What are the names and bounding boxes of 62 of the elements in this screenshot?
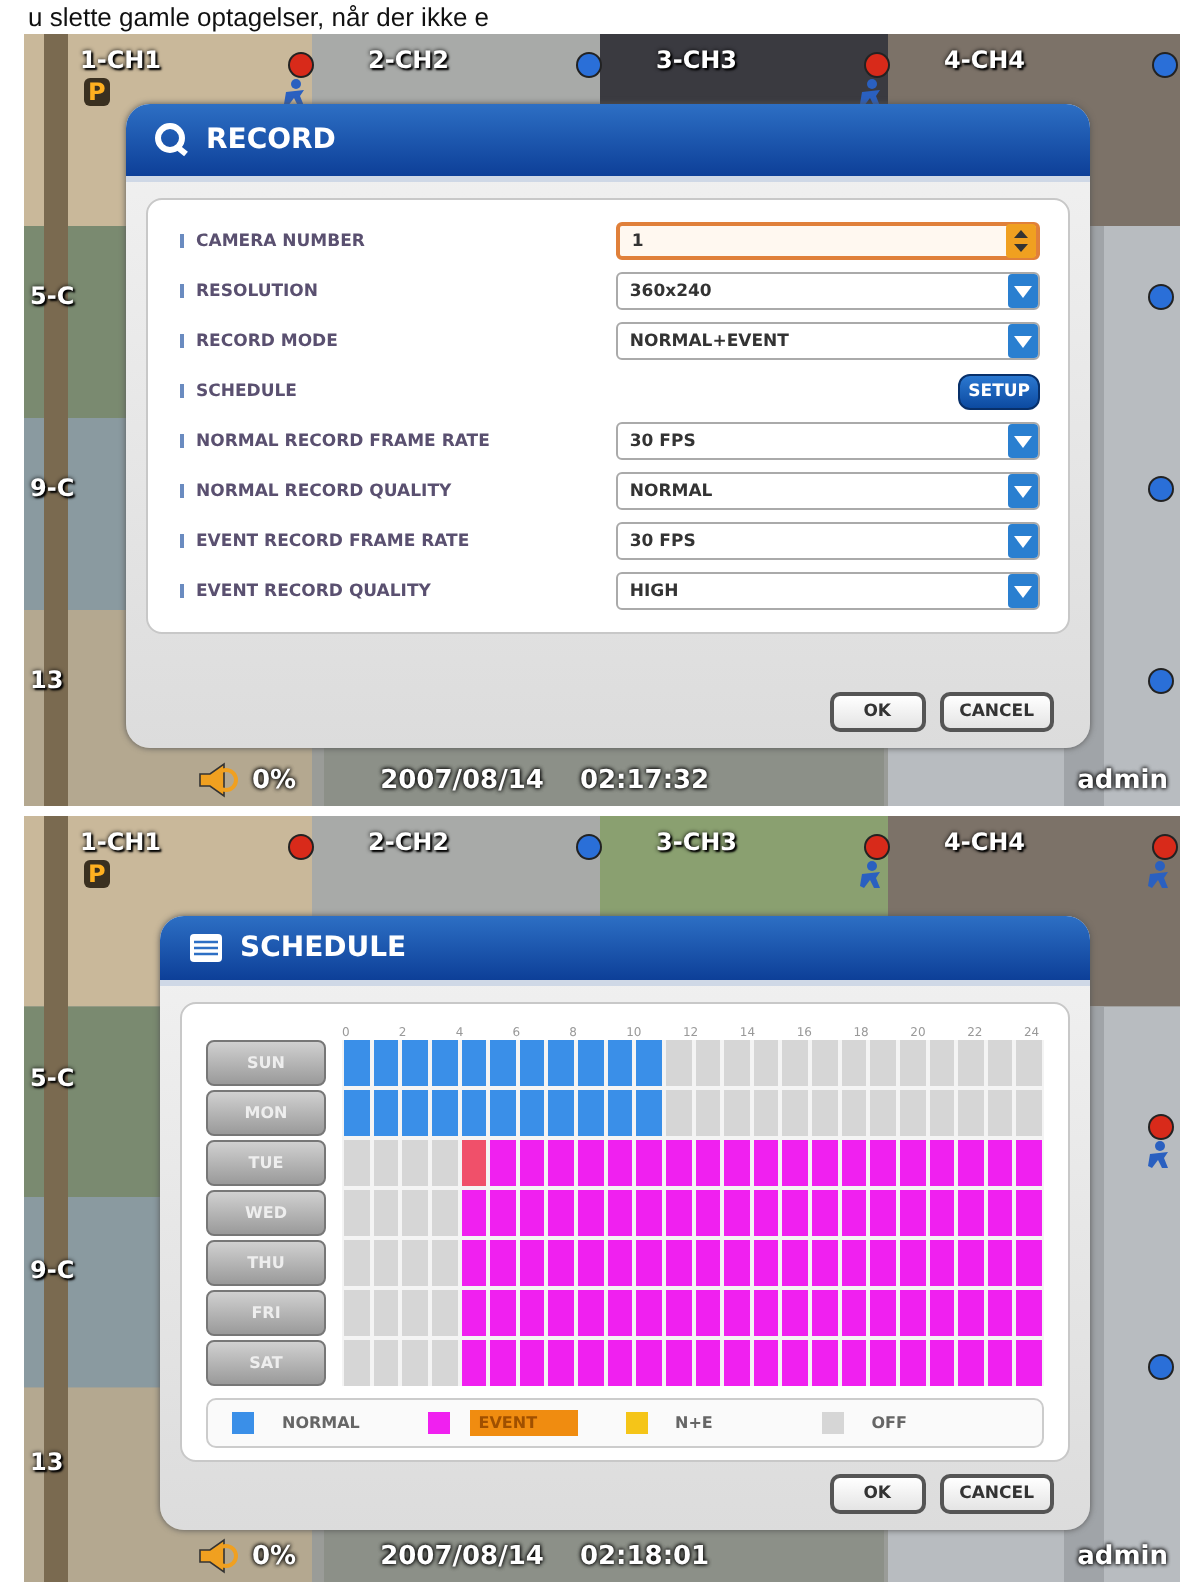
legend-option[interactable]: N+E [667, 1410, 721, 1436]
field-label: RESOLUTION [180, 281, 616, 301]
channel-label: 5-C [30, 282, 75, 310]
field-label: CAMERA NUMBER [180, 231, 616, 251]
caret-icon [1014, 535, 1032, 547]
dialog-title: SCHEDULE [240, 932, 407, 964]
volume-text: 0% [252, 1541, 297, 1571]
channel-label: 13 [30, 1448, 64, 1476]
channel-label: 1-CH1 [80, 828, 162, 856]
schedule-grid[interactable] [342, 1040, 1044, 1386]
dropdown[interactable]: HIGH [615, 572, 1040, 610]
number-spinner[interactable]: 1 [615, 222, 1040, 260]
caret-icon [1014, 485, 1032, 497]
channel-label: 2-CH2 [368, 46, 450, 74]
magnifier-icon [154, 122, 190, 158]
channel-label: 5-C [30, 1064, 75, 1092]
dialog-button[interactable]: OK [829, 692, 926, 732]
time-text: 02:17:32 [579, 765, 710, 795]
user-name: admin [1077, 1541, 1168, 1571]
field-label: NORMAL RECORD FRAME RATE [180, 431, 616, 451]
preset-label: P [84, 860, 110, 888]
dropdown[interactable]: 30 FPS [615, 422, 1040, 460]
field-label: NORMAL RECORD QUALITY [180, 481, 616, 501]
dropdown[interactable]: NORMAL [615, 472, 1040, 510]
user-name: admin [1077, 765, 1168, 795]
dialog-button[interactable]: CANCEL [939, 1474, 1054, 1514]
caret-icon [1014, 335, 1032, 347]
channel-label: 9-C [30, 1256, 75, 1284]
volume-text: 0% [252, 765, 297, 795]
time-text: 02:18:01 [579, 1541, 710, 1571]
channel-label: 3-CH3 [656, 46, 738, 74]
channel-label: 2-CH2 [368, 828, 450, 856]
dropdown[interactable]: NORMAL+EVENT [615, 322, 1040, 360]
dropdown[interactable]: 30 FPS [615, 522, 1040, 560]
caret-icon [1014, 285, 1032, 297]
channel-label: 1-CH1 [80, 46, 162, 74]
caret-icon [1014, 435, 1032, 447]
channel-label: 4-CH4 [944, 828, 1026, 856]
date-text: 2007/08/14 [380, 765, 544, 795]
speaker-icon [196, 762, 240, 798]
channel-label: 4-CH4 [944, 46, 1026, 74]
speaker-icon [196, 1538, 240, 1574]
caret-icon [1014, 585, 1032, 597]
setup-button[interactable]: SETUP [958, 373, 1040, 409]
date-text: 2007/08/14 [380, 1541, 544, 1571]
dialog-title: RECORD [206, 124, 336, 156]
caption-text: u slette gamle optagelser, når der ikke e [26, 0, 492, 34]
legend-option[interactable]: OFF [863, 1410, 915, 1436]
field-label: SCHEDULE [180, 381, 616, 401]
preset-label: P [84, 78, 110, 106]
channel-label: 3-CH3 [656, 828, 738, 856]
field-label: EVENT RECORD QUALITY [180, 581, 616, 601]
channel-label: 9-C [30, 474, 75, 502]
field-label: RECORD MODE [180, 331, 616, 351]
list-icon [188, 930, 224, 966]
dialog-button[interactable]: OK [829, 1474, 926, 1514]
channel-label: 13 [30, 666, 64, 694]
legend-option[interactable]: NORMAL [274, 1410, 368, 1436]
dropdown[interactable]: 360x240 [615, 272, 1040, 310]
field-label: EVENT RECORD FRAME RATE [180, 531, 616, 551]
up-down-arrows-icon [1014, 230, 1028, 252]
dialog-button[interactable]: CANCEL [939, 692, 1054, 732]
